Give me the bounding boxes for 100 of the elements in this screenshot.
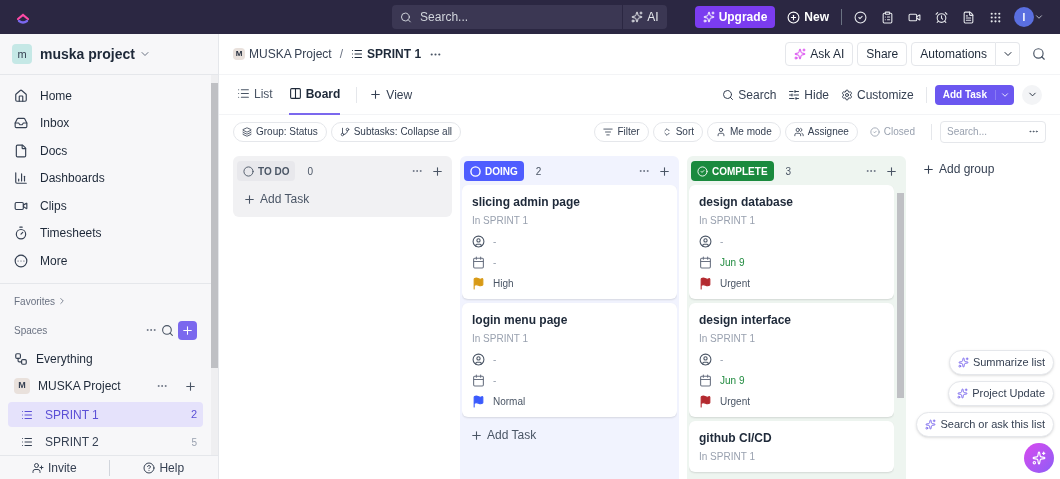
calendar-icon[interactable] (699, 256, 712, 269)
ai-button[interactable]: AI (623, 5, 667, 29)
assignee-icon[interactable] (699, 235, 712, 248)
workspace-switcher[interactable]: muska project (40, 43, 151, 65)
board-search-field[interactable]: Search... (940, 120, 1046, 143)
notepad-icon[interactable] (881, 10, 894, 24)
search-icon[interactable] (1032, 47, 1046, 61)
task-title: design interface (699, 312, 793, 329)
task-card[interactable]: slicing admin page In SPRINT 1 - - High (462, 185, 677, 299)
ai-suggestion-chip[interactable]: Summarize list (948, 350, 1054, 375)
list-icon (351, 48, 364, 60)
document-icon[interactable] (962, 10, 975, 24)
task-card[interactable]: github CI/CD In SPRINT 1 (689, 421, 894, 472)
task-count: 2 (535, 164, 542, 179)
task-card[interactable]: login menu page In SPRINT 1 - - Normal (462, 303, 677, 417)
circle-icon (470, 165, 481, 177)
due-date: - (493, 374, 497, 388)
task-title: design database (699, 194, 795, 211)
nav-item[interactable]: Dashboards (14, 164, 197, 193)
new-button[interactable]: New (787, 8, 829, 26)
add-space-button[interactable] (178, 320, 197, 340)
scrollbar-thumb[interactable] (897, 193, 904, 398)
add-task-button[interactable]: Add Task (934, 84, 1014, 105)
calendar-icon[interactable] (472, 374, 485, 387)
search-input[interactable]: Search... (420, 8, 615, 26)
task-card[interactable]: design interface In SPRINT 1 - Jun 9 Urgent (689, 303, 894, 417)
status-badge[interactable]: COMPLETE (691, 161, 774, 181)
filter-icon (603, 126, 614, 137)
share-button[interactable]: Share (857, 42, 908, 66)
flag-icon[interactable] (699, 395, 712, 408)
network-icon (14, 351, 28, 366)
layers-icon (242, 126, 252, 137)
view-action[interactable]: Customize (841, 85, 914, 104)
status-badge[interactable]: DOING (464, 161, 524, 181)
nav-item[interactable]: More (14, 247, 197, 275)
breadcrumb-current[interactable]: SPRINT 1 (367, 45, 422, 63)
help-icon (143, 461, 156, 474)
branch-icon (339, 126, 350, 137)
assignee-icon[interactable] (472, 353, 485, 366)
chevron-down-icon[interactable] (1034, 12, 1044, 22)
view-action[interactable]: Hide (788, 85, 830, 104)
help-button[interactable]: Help (109, 458, 218, 477)
automations-button[interactable]: Automations (911, 42, 996, 66)
ai-assistant-button[interactable] (1024, 443, 1054, 473)
list-item[interactable]: SPRINT 2 5 (8, 429, 203, 455)
nav-item[interactable]: Docs (14, 137, 197, 165)
scrollbar-thumb[interactable] (211, 83, 218, 368)
search-icon[interactable] (161, 323, 174, 337)
plus-icon[interactable] (184, 379, 197, 393)
space-name[interactable]: MUSKA Project (38, 377, 148, 396)
calendar-icon[interactable] (699, 374, 712, 387)
check-icon[interactable] (854, 10, 867, 24)
assignee-value: - (720, 235, 724, 249)
search-input[interactable]: Search... (947, 124, 1028, 139)
breadcrumb-link[interactable]: MUSKA Project (249, 45, 332, 63)
add-task-button[interactable]: Add Task (235, 185, 450, 213)
ask-ai-button[interactable]: Ask AI (785, 42, 854, 66)
ai-suggestion-chip[interactable]: Project Update (948, 381, 1054, 406)
favorites-link[interactable]: Favorites (14, 293, 197, 310)
plus-icon (243, 192, 256, 206)
view-tab[interactable]: Board (288, 74, 341, 115)
list-icon (21, 436, 33, 449)
task-title: github CI/CD (699, 430, 773, 447)
sliders-icon (788, 88, 801, 101)
alarm-clock-icon[interactable] (935, 10, 948, 24)
nav-item[interactable]: Timesheets (14, 219, 197, 248)
invite-button[interactable]: Invite (0, 458, 109, 477)
status-badge[interactable]: TO DO (237, 161, 296, 181)
nav-item[interactable]: Home (14, 82, 197, 110)
upgrade-button[interactable]: Upgrade (694, 6, 776, 28)
flag-icon[interactable] (472, 395, 485, 408)
add-task-button[interactable]: Add Task (462, 421, 677, 449)
avatar[interactable]: I (1014, 7, 1034, 27)
ai-suggestion-chip[interactable]: Search or ask this list (916, 412, 1054, 437)
apps-icon[interactable] (989, 10, 1002, 24)
priority-label: Urgent (720, 395, 750, 409)
nav-item[interactable]: Everything (14, 344, 197, 373)
view-tab[interactable]: List (237, 74, 273, 115)
task-card[interactable]: design database In SPRINT 1 - Jun 9 Urgent (689, 185, 894, 299)
add-group-button[interactable]: Add group (922, 160, 995, 178)
user-plus-icon (31, 461, 44, 474)
view-action[interactable]: Search (722, 85, 777, 104)
plus-icon[interactable] (658, 164, 671, 178)
flag-icon[interactable] (699, 277, 712, 290)
plus-icon (369, 88, 383, 101)
sparkle-icon (794, 48, 807, 60)
assignee-icon[interactable] (472, 235, 485, 248)
search-field[interactable]: Search... (392, 5, 623, 29)
priority-label: Normal (493, 395, 526, 409)
plus-icon (787, 10, 801, 24)
plus-icon[interactable] (431, 164, 444, 178)
assignee-icon[interactable] (699, 353, 712, 366)
list-item[interactable]: SPRINT 1 2 (8, 401, 203, 428)
nav-item[interactable]: Inbox (14, 109, 197, 138)
add-view-button[interactable]: View (369, 85, 413, 104)
more-icon (14, 253, 28, 268)
nav-item[interactable]: Clips (14, 192, 197, 220)
plus-icon (470, 428, 483, 442)
plus-icon[interactable] (885, 164, 898, 178)
calendar-icon[interactable] (472, 256, 485, 269)
